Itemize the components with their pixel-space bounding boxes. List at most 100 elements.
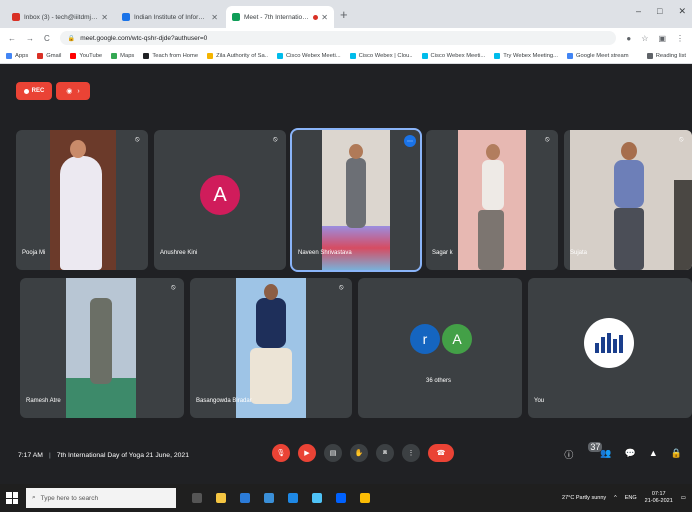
mail-icon[interactable] (288, 493, 298, 503)
bookmark-label: Maps (120, 52, 135, 59)
file-explorer-icon[interactable] (216, 493, 226, 503)
more-options-button[interactable]: ⋮ (402, 444, 420, 462)
youtube-icon (70, 52, 77, 59)
participant-video (322, 130, 390, 270)
participant-tile[interactable]: A ⦸ Anushree Kini (154, 130, 286, 270)
bookmark-item[interactable]: YouTube (70, 52, 103, 59)
participant-name: Sujata (570, 250, 588, 256)
photos-icon[interactable] (312, 493, 322, 503)
mic-muted-icon: ⦸ (273, 136, 278, 143)
bookmark-label: YouTube (79, 52, 103, 59)
participant-name: Basangowda Biradar (196, 398, 252, 404)
lock-icon: 🔒 (670, 448, 682, 458)
more-options-icon[interactable]: ⋯ (404, 135, 416, 147)
camera-toggle-button[interactable]: ▶ (298, 444, 316, 462)
address-bar[interactable]: 🔒 meet.google.com/wtc-qshr-djde?authuser… (59, 31, 617, 45)
bookmark-item[interactable]: Teach from Home (143, 52, 199, 59)
participant-tile[interactable]: ⦸ Basangowda Biradar (190, 278, 352, 418)
clock[interactable]: 07:17 21-06-2021 (645, 491, 673, 505)
windows-taskbar: ⌕ Type here to search 27°C Partly sunny … (0, 484, 692, 512)
forward-icon[interactable]: → (26, 34, 34, 43)
meeting-info-button[interactable]: ⓘ (564, 448, 573, 461)
participant-name: Ramesh Atre (26, 398, 61, 404)
reading-list-button[interactable]: Reading list (646, 52, 686, 59)
captions-button[interactable]: ▤ (324, 444, 342, 462)
dropbox-icon[interactable] (336, 493, 346, 503)
lock-icon: 🔒 (67, 35, 76, 42)
activities-button[interactable]: ▲ (649, 448, 658, 461)
activities-icon: ▲ (648, 448, 658, 458)
raise-hand-button[interactable]: ✋ (350, 444, 368, 462)
edge-icon[interactable] (240, 493, 250, 503)
store-icon[interactable] (264, 493, 274, 503)
streaming-badge[interactable]: ◉ › (56, 82, 90, 100)
maximize-button[interactable]: □ (657, 6, 662, 17)
mic-toggle-button[interactable]: 🎙 (272, 444, 290, 462)
camera-indicator-icon[interactable]: ● (626, 34, 631, 43)
participant-name: Naveen Shrivastava (298, 250, 352, 256)
participant-tile[interactable]: ⦸ Ramesh Atre (20, 278, 184, 418)
close-window-button[interactable]: ✕ (678, 6, 686, 17)
bookmark-item[interactable]: Zila Authority of Sa.. (207, 52, 268, 59)
site-favicon-icon (122, 13, 130, 21)
tab-label: Inbox (3) - tech@iiitdmj.ac.in (24, 13, 99, 21)
notifications-icon[interactable]: ▭ (681, 495, 686, 501)
host-controls-button[interactable]: 🔒 (671, 448, 682, 461)
person-figure (614, 160, 644, 208)
others-tile[interactable]: r A 36 others (358, 278, 522, 418)
weather-text[interactable]: 27°C Partly sunny (562, 495, 606, 501)
participant-video (66, 278, 136, 418)
extensions-icon[interactable]: ▣ (658, 34, 666, 43)
bookmark-item[interactable]: Maps (111, 52, 135, 59)
record-dot-icon (23, 88, 29, 94)
end-call-button[interactable]: ☎ (428, 444, 454, 462)
reload-icon[interactable]: C (44, 34, 50, 43)
bookmark-star-icon[interactable]: ☆ (641, 34, 648, 43)
bookmark-item[interactable]: Google Meet stream (567, 52, 629, 59)
webex-icon (276, 52, 283, 59)
hand-icon: ✋ (354, 450, 364, 457)
participant-video (458, 130, 526, 270)
bookmark-item[interactable]: Gmail (37, 52, 61, 59)
back-icon[interactable]: ← (8, 34, 16, 43)
self-tile[interactable]: You (528, 278, 692, 418)
browser-tab-bar: Inbox (3) - tech@iiitdmj.ac.in ✕ Indian … (0, 0, 692, 28)
browser-tab-iiit[interactable]: Indian Institute of Information T ✕ (116, 6, 224, 28)
participant-tile[interactable]: ⦸ Sagar k (426, 130, 558, 270)
recording-badge[interactable]: REC (16, 82, 52, 100)
bookmark-label: Teach from Home (152, 52, 199, 59)
meeting-title: 7th International Day of Yoga 21 June, 2… (56, 452, 189, 459)
browser-menu-icon[interactable]: ⋮ (676, 34, 684, 43)
meeting-time: 7:17 AM (18, 452, 43, 459)
participant-tile[interactable]: ⦸ Sujata (564, 130, 692, 270)
bookmark-item[interactable]: Cisco Webex Meeti... (276, 52, 341, 59)
browser-tab-gmail[interactable]: Inbox (3) - tech@iiitdmj.ac.in ✕ (6, 6, 114, 28)
minimize-button[interactable]: – (636, 6, 641, 17)
meeting-details: 7:17 AM | 7th International Day of Yoga … (18, 452, 189, 459)
language-text[interactable]: ENG (625, 495, 637, 501)
bookmark-item[interactable]: Cisco Webex | Clou.. (349, 52, 413, 59)
task-view-icon[interactable] (192, 493, 202, 503)
chat-button[interactable]: 💬 (625, 448, 636, 461)
participant-tile[interactable]: ⦸ Pooja Mi (16, 130, 148, 270)
windows-start-icon[interactable] (6, 492, 18, 504)
new-tab-button[interactable]: + (340, 7, 348, 22)
chrome-icon[interactable] (360, 493, 370, 503)
clock-date: 21-06-2021 (644, 498, 673, 504)
bookmark-label: Cisco Webex Meeti... (430, 52, 486, 59)
bookmark-item[interactable]: Apps (6, 52, 28, 59)
bookmark-item[interactable]: Try Webex Meeting... (494, 52, 558, 59)
tray-arrow-icon[interactable]: ^ (614, 495, 617, 501)
screen: Inbox (3) - tech@iiitdmj.ac.in ✕ Indian … (0, 0, 692, 512)
close-tab-icon[interactable]: ✕ (211, 13, 218, 22)
taskbar-search[interactable]: ⌕ Type here to search (26, 488, 176, 508)
search-placeholder: Type here to search (40, 494, 99, 502)
close-tab-icon[interactable]: ✕ (321, 13, 328, 22)
bookmark-item[interactable]: Cisco Webex Meeti... (421, 52, 486, 59)
people-button[interactable]: 37👥 (586, 442, 612, 461)
pinned-apps (192, 493, 370, 503)
participant-tile-active-speaker[interactable]: ⋯ Naveen Shrivastava (290, 128, 422, 272)
close-tab-icon[interactable]: ✕ (101, 13, 108, 22)
present-button[interactable]: ⧈ (376, 444, 394, 462)
browser-tab-meet[interactable]: Meet - 7th International Da ✕ (226, 6, 334, 28)
